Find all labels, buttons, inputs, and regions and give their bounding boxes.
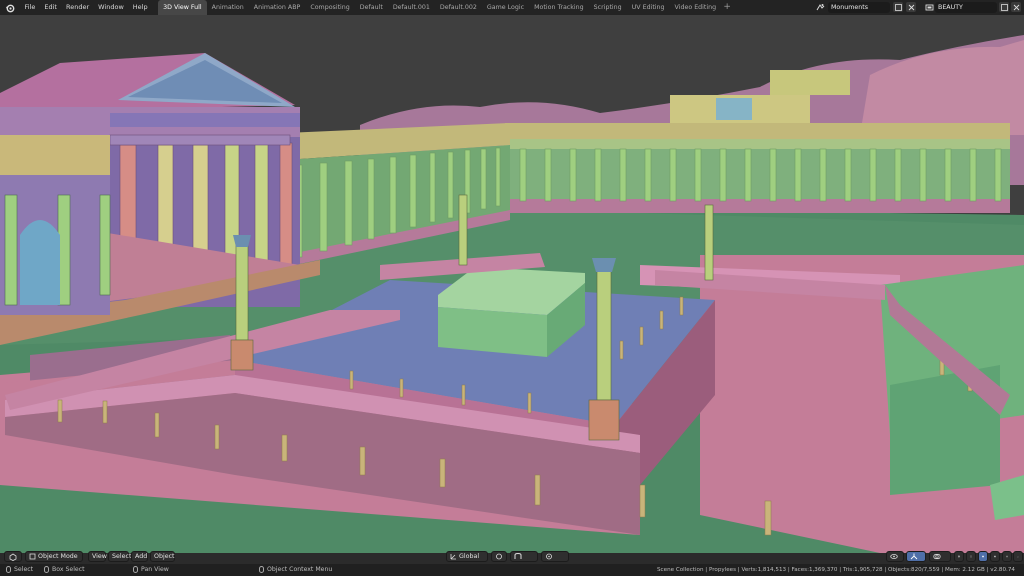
3d-viewport[interactable] xyxy=(0,15,1024,553)
tab-scripting[interactable]: Scripting xyxy=(589,0,627,15)
tab-motion-tracking[interactable]: Motion Tracking xyxy=(529,0,589,15)
status-select: Select xyxy=(6,564,33,576)
snap-button[interactable] xyxy=(510,551,538,562)
gizmo-icon xyxy=(910,553,918,560)
delete-scene-icon[interactable] xyxy=(906,2,916,12)
tab-3d-view-full[interactable]: 3D View Full xyxy=(158,0,207,15)
scene-statistics: Scene Collection | Propylees | Verts:1,8… xyxy=(657,567,1015,573)
global-orientation-icon xyxy=(450,554,456,560)
menu-window[interactable]: Window xyxy=(94,0,129,15)
view-menu[interactable]: View xyxy=(88,551,107,562)
tab-default[interactable]: Default xyxy=(355,0,388,15)
main-menu: File Edit Render Window Help xyxy=(20,0,152,15)
tab-compositing[interactable]: Compositing xyxy=(305,0,354,15)
wireframe-icon xyxy=(970,555,972,558)
mouse-middle-icon xyxy=(133,565,138,573)
gizmo-toggle-button[interactable] xyxy=(906,551,926,562)
shading-options-button[interactable] xyxy=(1013,551,1023,562)
chevron-down-icon xyxy=(1017,556,1019,558)
select-menu-label: Select xyxy=(112,553,132,560)
mode-label: Object Mode xyxy=(38,553,78,560)
transform-orientation-select[interactable]: Global xyxy=(446,551,488,562)
menu-render[interactable]: Render xyxy=(61,0,93,15)
scene-name: Monuments xyxy=(831,4,869,11)
new-scene-icon[interactable] xyxy=(893,2,903,12)
transform-orientation-label: Global xyxy=(459,553,480,560)
solid-shading-button[interactable] xyxy=(978,551,988,562)
xray-toggle-button[interactable] xyxy=(954,551,964,562)
pivot-point-button[interactable] xyxy=(491,551,507,562)
mouse-right-icon xyxy=(259,565,264,573)
editor-type-button[interactable] xyxy=(4,551,22,562)
new-view-layer-icon[interactable] xyxy=(999,2,1009,12)
add-menu[interactable]: Add xyxy=(131,551,148,562)
view-layer-icon[interactable] xyxy=(924,2,934,12)
tab-uv-editing[interactable]: UV Editing xyxy=(627,0,670,15)
wireframe-shading-button[interactable] xyxy=(966,551,976,562)
view-menu-label: View xyxy=(92,553,107,560)
rendered-icon xyxy=(1006,555,1008,558)
tab-default-002[interactable]: Default.002 xyxy=(435,0,482,15)
scene-render xyxy=(0,15,1024,553)
overlays-icon xyxy=(933,553,941,560)
select-menu[interactable]: Select xyxy=(108,551,132,562)
viewport-header: Object Mode View Select Add Object Globa… xyxy=(0,549,1024,564)
tab-animation-abp[interactable]: Animation ABP xyxy=(249,0,306,15)
rendered-shading-button[interactable] xyxy=(1002,551,1012,562)
view-layer-name: BEAUTY xyxy=(938,4,963,11)
scene-name-field[interactable]: Monuments xyxy=(828,2,890,13)
object-mode-icon xyxy=(29,553,36,560)
tab-animation[interactable]: Animation xyxy=(207,0,249,15)
tab-game-logic[interactable]: Game Logic xyxy=(482,0,529,15)
status-pan-view-label: Pan View xyxy=(141,566,169,573)
tab-default-001[interactable]: Default.001 xyxy=(388,0,435,15)
object-type-visibility-button[interactable] xyxy=(886,551,904,562)
material-preview-icon xyxy=(994,555,996,558)
status-box-select-label: Box Select xyxy=(52,566,85,573)
view-layer-field[interactable]: BEAUTY xyxy=(935,2,997,13)
snap-icon xyxy=(514,553,522,559)
status-select-label: Select xyxy=(14,566,34,573)
xray-icon xyxy=(958,555,960,558)
object-menu-label: Object xyxy=(154,553,175,560)
mode-select[interactable]: Object Mode xyxy=(25,551,83,562)
mouse-left-icon xyxy=(6,565,11,573)
visibility-icon xyxy=(890,554,898,559)
delete-view-layer-icon[interactable] xyxy=(1011,2,1021,12)
3d-viewport-icon xyxy=(9,553,17,561)
top-bar: File Edit Render Window Help 3D View Ful… xyxy=(0,0,1024,15)
status-pan-view: Pan View xyxy=(133,564,169,576)
status-box-select: Box Select xyxy=(44,564,85,576)
tab-video-editing[interactable]: Video Editing xyxy=(670,0,722,15)
blender-logo-icon[interactable] xyxy=(4,2,16,14)
status-bar: Select Box Select Pan View Object Contex… xyxy=(0,564,1024,576)
overlays-button[interactable] xyxy=(929,551,951,562)
add-menu-label: Add xyxy=(135,553,148,560)
add-workspace-button[interactable]: + xyxy=(721,0,733,15)
proportional-editing-button[interactable] xyxy=(541,551,569,562)
status-context-menu: Object Context Menu xyxy=(259,564,332,576)
menu-file[interactable]: File xyxy=(20,0,40,15)
material-preview-button[interactable] xyxy=(990,551,1000,562)
solid-icon xyxy=(982,555,984,558)
proportional-editing-icon xyxy=(546,553,552,560)
mouse-drag-icon xyxy=(44,565,49,573)
scene-icon[interactable] xyxy=(815,2,825,12)
status-context-menu-label: Object Context Menu xyxy=(267,566,333,573)
workspace-tabs: 3D View Full Animation Animation ABP Com… xyxy=(158,0,733,15)
object-menu[interactable]: Object xyxy=(150,551,175,562)
pivot-icon xyxy=(496,553,502,560)
menu-edit[interactable]: Edit xyxy=(40,0,62,15)
menu-help[interactable]: Help xyxy=(128,0,152,15)
